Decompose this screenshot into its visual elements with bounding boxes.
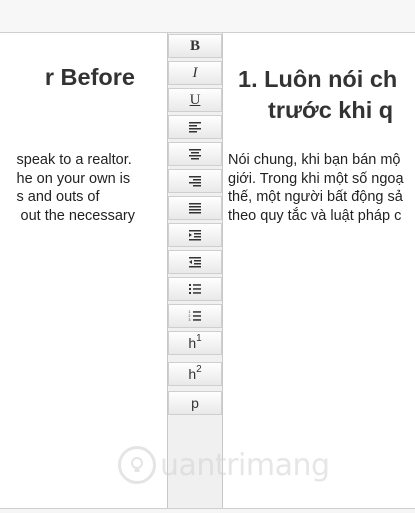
italic-button[interactable]: I [168, 61, 222, 85]
outdent-button[interactable] [168, 250, 222, 274]
editor-frame: r Before speak to a realtor. he on your … [0, 0, 415, 513]
align-justify-icon [189, 203, 201, 214]
italic-label: I [192, 64, 198, 81]
indent-button[interactable] [168, 223, 222, 247]
bold-button[interactable]: B [168, 34, 222, 58]
translation-heading-line2: trước khi q [268, 97, 394, 123]
outdent-icon [189, 257, 201, 268]
heading1-button[interactable]: h1 [168, 331, 222, 355]
translation-body: Nói chung, khi bạn bán mộ giới. Trong kh… [228, 152, 404, 224]
svg-text:3: 3 [189, 318, 191, 322]
align-justify-button[interactable] [168, 196, 222, 220]
align-left-icon [189, 122, 201, 133]
format-toolbar: B I U 1 2 3 h 1 h 2 p [168, 33, 222, 508]
source-heading: r Before [44, 64, 135, 90]
numbered-list-icon: 1 2 3 [189, 310, 201, 322]
bold-label: B [189, 37, 200, 54]
paragraph-button[interactable]: p [168, 391, 222, 415]
translation-heading-line1: 1. Luôn nói ch [238, 66, 398, 92]
numbered-list-button[interactable]: 1 2 3 [168, 304, 222, 328]
align-left-button[interactable] [168, 115, 222, 139]
translation-pane[interactable]: 1. Luôn nói ch trước khi q Nói chung, kh… [222, 33, 415, 508]
heading1-label: h [188, 335, 197, 351]
indent-icon [189, 230, 201, 241]
source-body: speak to a realtor. he on your own is s … [16, 152, 136, 224]
bullet-list-icon [189, 284, 201, 294]
heading2-level: 2 [196, 363, 202, 375]
source-pane[interactable]: r Before speak to a realtor. he on your … [0, 33, 168, 508]
align-center-button[interactable] [168, 142, 222, 166]
top-bar [0, 0, 415, 33]
underline-label: U [189, 91, 201, 108]
align-right-icon [189, 176, 201, 187]
bullet-list-button[interactable] [168, 277, 222, 301]
heading2-button[interactable]: h2 [168, 362, 222, 386]
bottom-bar [0, 508, 415, 513]
heading1-level: 1 [196, 332, 202, 344]
paragraph-label: p [191, 395, 199, 411]
align-center-icon [189, 149, 201, 160]
translation-heading: 1. Luôn nói ch trước khi q [238, 64, 397, 126]
align-right-button[interactable] [168, 169, 222, 193]
heading2-label: h [188, 366, 197, 382]
underline-button[interactable]: U [168, 88, 222, 112]
